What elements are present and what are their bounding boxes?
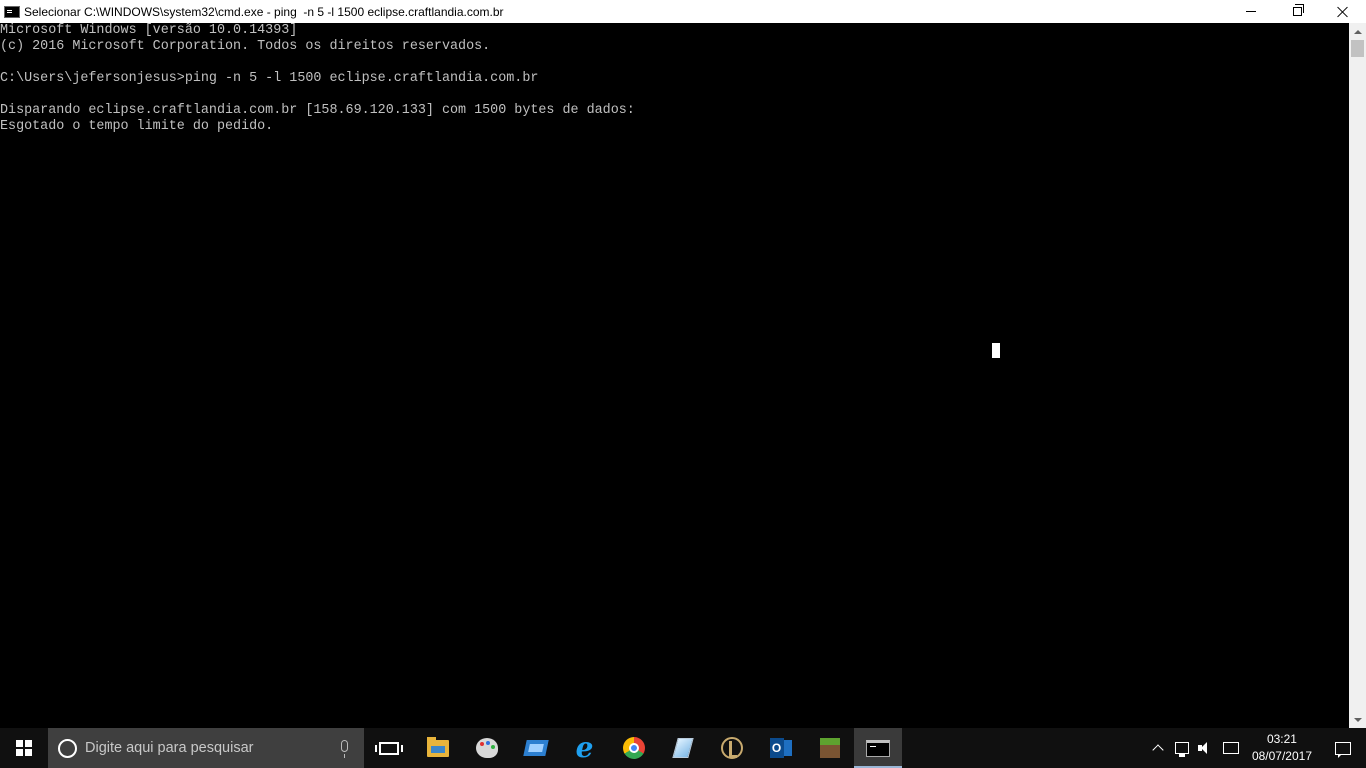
scroll-down-button[interactable] (1349, 711, 1366, 728)
cmd-icon[interactable] (4, 5, 20, 18)
volume-icon (1197, 741, 1214, 755)
remote-desktop-icon (522, 740, 549, 756)
league-of-legends-button[interactable] (707, 728, 756, 768)
chevron-down-icon (1353, 717, 1362, 722)
league-icon (720, 737, 743, 759)
show-hidden-icons-button[interactable] (1146, 728, 1170, 768)
network-button[interactable] (1170, 728, 1194, 768)
cortana-icon (58, 738, 77, 758)
file-explorer-button[interactable] (413, 728, 462, 768)
network-icon (1174, 742, 1189, 757)
notes-button[interactable] (658, 728, 707, 768)
chrome-button[interactable] (609, 728, 658, 768)
task-view-button[interactable] (364, 728, 413, 768)
paint-icon (475, 738, 498, 758)
outlook-icon (769, 738, 792, 758)
console-line: Esgotado o tempo limite do pedido. (0, 119, 274, 134)
start-button[interactable] (0, 728, 48, 768)
minecraft-icon (819, 738, 840, 758)
close-icon (1337, 6, 1349, 18)
microphone-icon[interactable] (341, 740, 348, 758)
vertical-scrollbar[interactable] (1349, 23, 1366, 728)
notification-icon (1335, 741, 1351, 758)
notes-icon (671, 738, 694, 758)
window-controls (1228, 0, 1366, 23)
action-center-button[interactable] (1320, 728, 1366, 768)
console-output[interactable]: Microsoft Windows [versão 10.0.14393] (c… (0, 23, 1349, 728)
close-button[interactable] (1320, 0, 1366, 23)
console-line: (c) 2016 Microsoft Corporation. Todos os… (0, 39, 491, 54)
taskbar: Digite aqui para pesquisar e O 03:21 08/… (0, 728, 1366, 768)
system-tray: 03:21 08/07/2017 (1146, 728, 1366, 768)
minimize-button[interactable] (1228, 0, 1274, 23)
command-prompt-button[interactable] (854, 728, 902, 768)
outlook-button[interactable] (756, 728, 805, 768)
input-indicator-button[interactable] (1218, 728, 1244, 768)
internet-explorer-button[interactable]: e (560, 728, 609, 768)
clock[interactable]: 03:21 08/07/2017 (1244, 728, 1320, 768)
task-view-icon (374, 741, 403, 755)
title-bar[interactable]: Selecionar C:\WINDOWS\system32\cmd.exe -… (0, 0, 1366, 23)
scroll-thumb[interactable] (1351, 40, 1364, 57)
cmd-icon (866, 739, 890, 757)
clock-date: 08/07/2017 (1251, 749, 1312, 763)
restore-button[interactable] (1274, 0, 1320, 23)
taskbar-apps: e (364, 728, 902, 768)
remote-desktop-button[interactable] (511, 728, 560, 768)
search-placeholder: Digite aqui para pesquisar (85, 740, 254, 756)
chevron-up-icon (1152, 744, 1164, 756)
selection-cursor (992, 343, 1000, 358)
minecraft-button[interactable] (805, 728, 854, 768)
console-line: Disparando eclipse.craftlandia.com.br [1… (0, 103, 635, 118)
search-box[interactable]: Digite aqui para pesquisar (48, 728, 364, 768)
window-title: Selecionar C:\WINDOWS\system32\cmd.exe -… (24, 4, 504, 19)
restore-icon (1292, 4, 1304, 16)
keyboard-icon (1222, 742, 1239, 754)
console-line: Microsoft Windows [versão 10.0.14393] (0, 23, 298, 38)
chrome-icon (622, 737, 645, 759)
minimize-icon (1246, 11, 1256, 12)
windows-logo-icon (16, 740, 32, 756)
console-line: C:\Users\jefersonjesus>ping -n 5 -l 1500… (0, 71, 539, 86)
volume-button[interactable] (1194, 728, 1218, 768)
folder-icon (426, 736, 449, 757)
chevron-up-icon (1353, 29, 1362, 34)
internet-explorer-icon: e (575, 731, 594, 764)
paint-button[interactable] (462, 728, 511, 768)
clock-time: 03:21 (1266, 732, 1297, 746)
scroll-up-button[interactable] (1349, 23, 1366, 40)
